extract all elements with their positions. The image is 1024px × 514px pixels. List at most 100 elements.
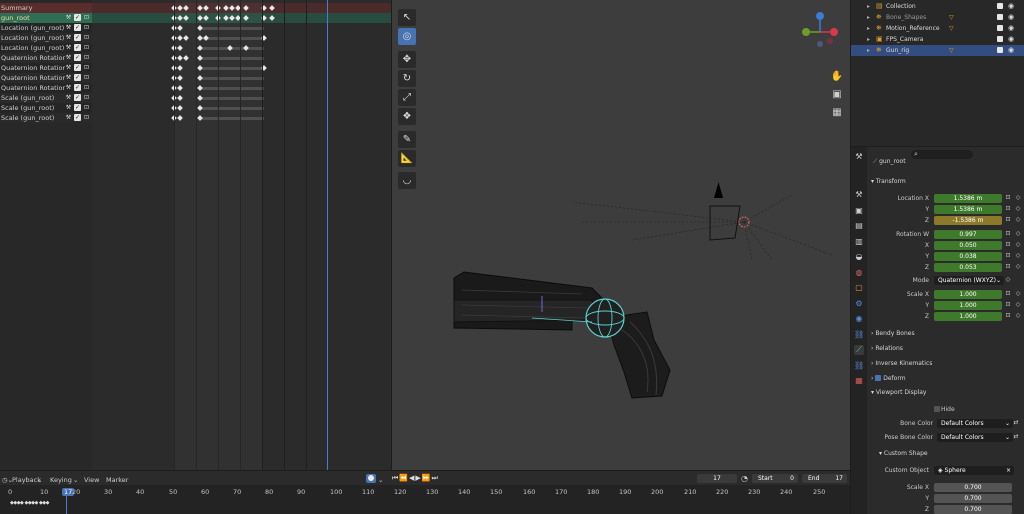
custom-shape-subpanel-header[interactable]: ▾ Custom Shape: [879, 448, 928, 460]
rotation-y-field[interactable]: 0.038: [934, 252, 1002, 261]
visibility-checkbox[interactable]: [997, 36, 1003, 42]
channel-enable-checkbox[interactable]: ✓: [74, 34, 81, 41]
keyframe-diamond[interactable]: [269, 5, 275, 11]
wrench-icon[interactable]: ⚒: [65, 44, 72, 51]
rotation-w-field[interactable]: 0.997: [934, 230, 1002, 239]
rotation-z-field[interactable]: 0.053: [934, 263, 1002, 272]
lock-icon[interactable]: ⊡: [83, 64, 90, 71]
keyframe-icon[interactable]: ◇: [1005, 277, 1011, 283]
measure-tool-button[interactable]: 📐: [398, 150, 416, 167]
lock-icon[interactable]: ⊡: [83, 104, 90, 111]
viewport-display-panel-header[interactable]: ▾ Viewport Display: [871, 387, 926, 399]
select-tool-button[interactable]: ↖: [398, 9, 416, 26]
channel-row[interactable]: Scale (gun_root) ⚒ ✓ ⊡: [0, 93, 92, 103]
outliner-row[interactable]: ▸ ⛯ Motion_Reference ▽ ◉: [851, 23, 1024, 34]
wrench-icon[interactable]: ⚒: [65, 84, 72, 91]
keyframe-icon[interactable]: ◇: [1015, 242, 1021, 248]
custom-object-field[interactable]: ◈ Sphere ×: [934, 466, 1014, 475]
annotate-tool-button[interactable]: ✎: [398, 131, 416, 148]
texture-tab-icon[interactable]: ▦: [854, 376, 864, 386]
bone-color-select[interactable]: Default Colors ⌄: [937, 419, 1013, 428]
keyframe-icon[interactable]: ◇: [1015, 313, 1021, 319]
bone-tab-icon[interactable]: ⟋: [854, 345, 864, 355]
lock-icon[interactable]: ⊡: [83, 114, 90, 121]
keyframe-icon[interactable]: ◇: [1015, 206, 1021, 212]
location-x-field[interactable]: 1.5386 m: [934, 194, 1002, 203]
keyframe-diamond[interactable]: [269, 15, 275, 21]
channel-row[interactable]: Location (gun_root) ⚒ ✓ ⊡: [0, 23, 92, 33]
link-icon[interactable]: ⇄: [1013, 434, 1019, 440]
lock-icon[interactable]: ⊡: [83, 94, 90, 101]
channel-enable-checkbox[interactable]: ✓: [74, 104, 81, 111]
link-icon[interactable]: ⇄: [1013, 420, 1019, 426]
start-frame-field[interactable]: Start 0: [752, 474, 798, 483]
bone-constraint-tab-icon[interactable]: ⛓: [854, 361, 864, 371]
channel-enable-checkbox[interactable]: ✓: [74, 64, 81, 71]
constraints-tab-icon[interactable]: ⛓: [854, 330, 864, 340]
location-z-field[interactable]: -1.5386 m: [934, 216, 1002, 225]
lock-icon[interactable]: ⊡: [83, 34, 90, 41]
lock-icon[interactable]: ⊡: [83, 84, 90, 91]
channel-row[interactable]: Scale (gun_root) ⚒ ✓ ⊡: [0, 113, 92, 123]
lock-icon[interactable]: ⊡: [83, 54, 90, 61]
bendy-bones-panel-header[interactable]: › Bendy Bones: [871, 328, 915, 340]
keyframe-icon[interactable]: ◇: [1015, 291, 1021, 297]
keyframe-icon[interactable]: ◇: [1015, 231, 1021, 237]
outliner-row[interactable]: ▸ ⛯ Bone_Shapes ▽ ◉: [851, 12, 1024, 23]
tool-icon[interactable]: ⚒: [854, 152, 864, 162]
channel-row[interactable]: Quaternion Rotation (gun_root)⚒✓⊡: [0, 63, 92, 73]
properties-editor[interactable]: ⚒ ▣ ▤ ▥ ◒ ◍ ▢ ⚙ ◉ ⛓ ⟋ ⛓ ▦ ⚒ ⌕ ⟋ gun_root ▾ Transform …: [851, 147, 1024, 514]
scale-x-field[interactable]: 1.000: [934, 290, 1002, 299]
channel-enable-checkbox[interactable]: ✓: [74, 14, 81, 21]
channel-enable-checkbox[interactable]: ✓: [74, 84, 81, 91]
lock-icon[interactable]: ⊡: [83, 14, 90, 21]
shape-scale-y-field[interactable]: 0.700: [934, 494, 1012, 503]
dope-sheet-editor[interactable]: Summary gun_root ⚒ ✓ ⊡ Location (gun_root) ⚒ ✓ ⊡…: [0, 0, 391, 470]
keyframe-icon[interactable]: ◇: [1015, 264, 1021, 270]
outliner[interactable]: ▸ ▤ Collection ◉ ▸ ⛯ Bone_Shapes ▽ ◉ ▸ ⛯ Motion_Ref…: [851, 0, 1024, 146]
transform-tool-button[interactable]: ❖: [398, 108, 416, 125]
expand-arrow-icon[interactable]: ▸: [867, 12, 870, 23]
render-tab-icon[interactable]: ▣: [854, 206, 864, 216]
wrench-icon[interactable]: ⚒: [65, 64, 72, 71]
channel-enable-checkbox[interactable]: ✓: [74, 114, 81, 121]
keyframe-icon[interactable]: ◇: [1015, 217, 1021, 223]
wrench-icon[interactable]: ⚒: [65, 54, 72, 61]
channel-row[interactable]: Quaternion Rotation (gun_root)⚒✓⊡: [0, 53, 92, 63]
timeline-menu-marker[interactable]: Marker: [106, 476, 128, 484]
timeline-keyframes[interactable]: ◆◆◆◆ ◆◆◆◆ ◆◆◆: [10, 501, 50, 506]
eye-icon[interactable]: ◉: [1008, 23, 1014, 34]
shape-scale-x-field[interactable]: 0.700: [934, 483, 1012, 492]
output-tab-icon[interactable]: ▤: [854, 221, 864, 231]
expand-arrow-icon[interactable]: ▸: [867, 1, 870, 12]
channel-row[interactable]: Location (gun_root) ⚒ ✓ ⊡: [0, 33, 92, 43]
tool-tab-icon[interactable]: ⚒: [854, 190, 864, 200]
wrench-icon[interactable]: ⚒: [65, 14, 72, 21]
wrench-icon[interactable]: ⚒: [65, 24, 72, 31]
eye-icon[interactable]: ◉: [1008, 1, 1014, 12]
scene-canvas[interactable]: [392, 0, 850, 470]
lock-icon[interactable]: ⊡: [1005, 291, 1011, 297]
lock-icon[interactable]: ⊡: [1005, 302, 1011, 308]
cursor-tool-button[interactable]: ◎: [398, 28, 416, 45]
scale-tool-button[interactable]: ⤢: [398, 89, 416, 106]
visibility-checkbox[interactable]: [997, 25, 1003, 31]
scale-y-field[interactable]: 1.000: [934, 301, 1002, 310]
scale-z-field[interactable]: 1.000: [934, 312, 1002, 321]
playback-controls[interactable]: ⏮⏪◀▶⏩⏭: [392, 474, 444, 483]
3d-viewport[interactable]: ✋ ▣ ▦ ↖ ◎ ✥ ↻ ⤢ ❖ ✎ 📐 ◡: [392, 0, 850, 470]
current-frame-field[interactable]: 17: [697, 474, 737, 483]
channel-row[interactable]: Quaternion Rotation (gun_root)⚒✓⊡: [0, 83, 92, 93]
wrench-icon[interactable]: ⚒: [65, 114, 72, 121]
lock-icon[interactable]: ⊡: [83, 44, 90, 51]
lock-icon[interactable]: ⊡: [83, 24, 90, 31]
lock-icon[interactable]: ⊡: [1005, 264, 1011, 270]
wrench-icon[interactable]: ⚒: [65, 104, 72, 111]
next-key-icon[interactable]: ⏩: [422, 474, 432, 482]
record-button[interactable]: [366, 474, 376, 483]
lock-icon[interactable]: ⊡: [1005, 313, 1011, 319]
scene-tab-icon[interactable]: ◒: [854, 252, 864, 262]
keyframe-icon[interactable]: ◇: [1015, 302, 1021, 308]
jump-end-icon[interactable]: ⏭: [432, 474, 439, 482]
channel-enable-checkbox[interactable]: ✓: [74, 54, 81, 61]
